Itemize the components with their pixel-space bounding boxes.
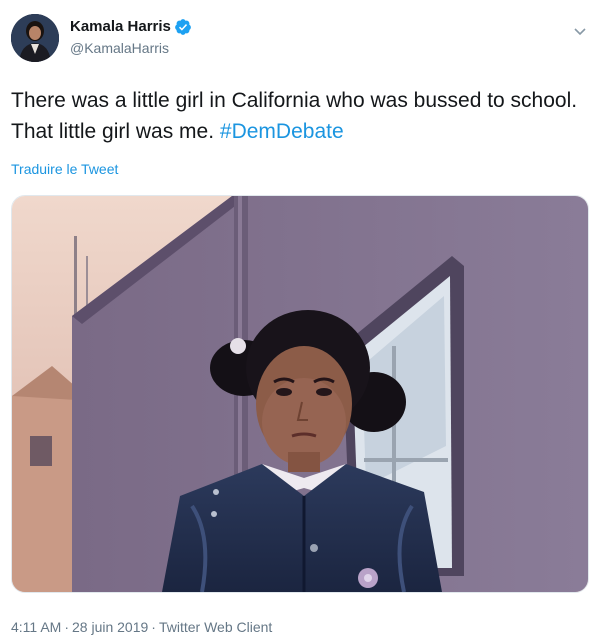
avatar-photo	[11, 14, 59, 62]
meta-separator: ·	[64, 619, 69, 635]
avatar[interactable]	[11, 14, 59, 62]
author-name[interactable]: Kamala Harris	[70, 17, 171, 37]
verified-badge-icon	[174, 18, 192, 36]
tweet-card: Kamala Harris @KamalaHarris There was a …	[0, 0, 599, 642]
author-handle[interactable]: @KamalaHarris	[70, 39, 192, 57]
tweet-meta: 4:11 AM · 28 juin 2019 · Twitter Web Client	[11, 617, 272, 637]
tweet-date[interactable]: 28 juin 2019	[72, 619, 148, 635]
chevron-down-icon[interactable]	[573, 24, 587, 36]
tweet-text: There was a little girl in California wh…	[11, 85, 591, 147]
photo-girl-in-pigtails	[12, 196, 588, 592]
tweet-photo[interactable]	[11, 195, 589, 593]
tweet-time[interactable]: 4:11 AM	[11, 619, 61, 635]
meta-separator-2: ·	[151, 619, 156, 635]
translate-tweet-link[interactable]: Traduire le Tweet	[11, 161, 118, 177]
hashtag-link[interactable]: #DemDebate	[220, 120, 344, 143]
author-block: Kamala Harris @KamalaHarris	[70, 17, 192, 57]
tweet-client[interactable]: Twitter Web Client	[159, 619, 272, 635]
